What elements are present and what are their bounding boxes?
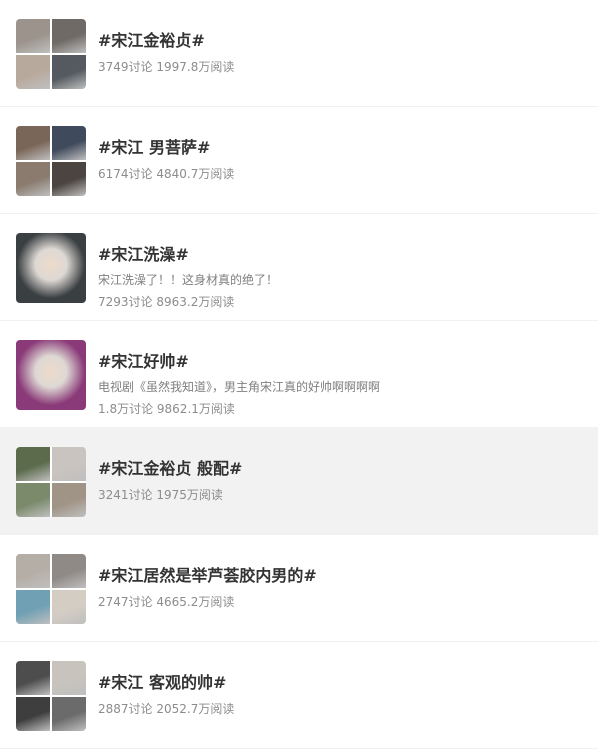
topic-thumbnail[interactable]	[16, 554, 86, 624]
topic-title[interactable]: #宋江 客观的帅#	[98, 672, 586, 694]
topic-title[interactable]: #宋江 男菩萨#	[98, 137, 586, 159]
thumbnail-photo	[52, 19, 86, 53]
topic-text: #宋江 男菩萨# 6174讨论 4840.7万阅读	[98, 137, 586, 183]
thumbnail-photo	[16, 126, 50, 160]
topic-description: 宋江洗澡了！！这身材真的绝了！	[98, 273, 279, 287]
thumbnail-photo	[16, 447, 50, 481]
topic-row[interactable]: #宋江 男菩萨# 6174讨论 4840.7万阅读	[0, 107, 598, 214]
thumbnail-photo	[16, 233, 86, 303]
topic-row[interactable]: #宋江洗澡# 宋江洗澡了！！这身材真的绝了！ 7293讨论 8963.2万阅读	[0, 214, 598, 321]
topic-thumbnail[interactable]	[16, 661, 86, 731]
thumbnail-photo	[52, 661, 86, 695]
topic-stats: 7293讨论 8963.2万阅读	[98, 295, 235, 309]
thumbnail-photo	[52, 55, 86, 89]
thumbnail-photo	[52, 483, 86, 517]
topic-thumbnail[interactable]	[16, 19, 86, 89]
topic-title[interactable]: #宋江洗澡#	[98, 244, 586, 266]
thumbnail-photo	[52, 697, 86, 731]
topic-title[interactable]: #宋江金裕贞 般配#	[98, 458, 586, 480]
thumbnail-photo	[16, 162, 50, 196]
topic-title[interactable]: #宋江金裕贞#	[98, 30, 586, 52]
topic-text: #宋江金裕贞# 3749讨论 1997.8万阅读	[98, 30, 586, 76]
thumbnail-photo	[52, 590, 86, 624]
thumbnail-photo	[52, 126, 86, 160]
topic-thumbnail[interactable]	[16, 233, 86, 303]
topic-description: 电视剧《虽然我知道》，男主角宋江真的好帅啊啊啊啊	[98, 380, 381, 394]
thumbnail-photo	[52, 162, 86, 196]
thumbnail-photo	[52, 554, 86, 588]
thumbnail-photo	[16, 697, 50, 731]
topic-stats: 2747讨论 4665.2万阅读	[98, 595, 235, 609]
thumbnail-photo	[16, 19, 50, 53]
topic-text: #宋江洗澡# 宋江洗澡了！！这身材真的绝了！ 7293讨论 8963.2万阅读	[98, 244, 586, 311]
thumbnail-photo	[16, 590, 50, 624]
topic-thumbnail[interactable]	[16, 126, 86, 196]
topic-text: #宋江居然是举芦荟胶内男的# 2747讨论 4665.2万阅读	[98, 565, 586, 611]
topic-list: #宋江金裕贞# 3749讨论 1997.8万阅读 #宋江 男菩萨# 6174讨论…	[0, 0, 598, 749]
topic-text: #宋江金裕贞 般配# 3241讨论 1975万阅读	[98, 458, 586, 504]
topic-thumbnail[interactable]	[16, 340, 86, 410]
thumbnail-photo	[16, 483, 50, 517]
thumbnail-photo	[16, 55, 50, 89]
topic-stats: 1.8万讨论 9862.1万阅读	[98, 402, 235, 416]
thumbnail-photo	[16, 554, 50, 588]
topic-row[interactable]: #宋江好帅# 电视剧《虽然我知道》，男主角宋江真的好帅啊啊啊啊 1.8万讨论 9…	[0, 321, 598, 428]
thumbnail-photo	[52, 447, 86, 481]
topic-title[interactable]: #宋江好帅#	[98, 351, 586, 373]
thumbnail-photo	[16, 340, 86, 410]
topic-row[interactable]: #宋江金裕贞# 3749讨论 1997.8万阅读	[0, 0, 598, 107]
topic-row[interactable]: #宋江居然是举芦荟胶内男的# 2747讨论 4665.2万阅读	[0, 535, 598, 642]
topic-row[interactable]: #宋江金裕贞 般配# 3241讨论 1975万阅读	[0, 428, 598, 535]
topic-stats: 2887讨论 2052.7万阅读	[98, 702, 235, 716]
topic-stats: 3241讨论 1975万阅读	[98, 488, 223, 502]
topic-text: #宋江 客观的帅# 2887讨论 2052.7万阅读	[98, 672, 586, 718]
topic-title[interactable]: #宋江居然是举芦荟胶内男的#	[98, 565, 586, 587]
thumbnail-photo	[16, 661, 50, 695]
topic-text: #宋江好帅# 电视剧《虽然我知道》，男主角宋江真的好帅啊啊啊啊 1.8万讨论 9…	[98, 351, 586, 418]
topic-row[interactable]: #宋江 客观的帅# 2887讨论 2052.7万阅读	[0, 642, 598, 749]
topic-stats: 6174讨论 4840.7万阅读	[98, 167, 235, 181]
topic-stats: 3749讨论 1997.8万阅读	[98, 60, 235, 74]
topic-thumbnail[interactable]	[16, 447, 86, 517]
